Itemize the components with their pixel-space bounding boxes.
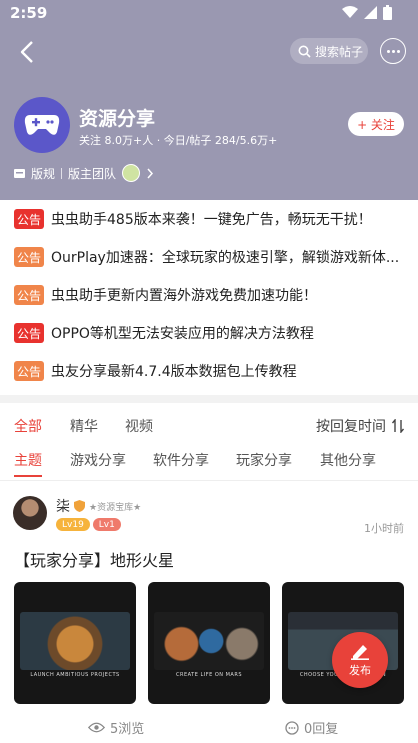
notice-item[interactable]: 公告 虫友分享最新4.7.4版本数据包上传教程 [0, 352, 418, 390]
notice-item[interactable]: 公告 虫虫助手更新内置海外游戏免费加速功能！ [0, 276, 418, 314]
notice-text: OPPO等机型无法安装应用的解决方法教程 [51, 326, 314, 342]
screenshot-scene [20, 612, 130, 670]
forum-stats: 关注 8.0万+人 · 今日/帖子 284/5.6万+ [79, 134, 278, 147]
publish-button[interactable]: 发布 [332, 632, 388, 688]
category-player-share[interactable]: 玩家分享 [236, 450, 292, 470]
search-icon [298, 45, 311, 58]
chevron-left-icon [20, 41, 33, 63]
image-caption: LAUNCH AMBITIOUS PROJECTS [30, 672, 120, 678]
verified-shield-icon [74, 500, 85, 512]
category-topic[interactable]: 主题 [14, 450, 42, 470]
image-caption: CREATE LIFE ON MARS [176, 672, 242, 678]
status-icons [342, 5, 392, 20]
search-posts-button[interactable]: 搜索帖子 [290, 38, 368, 64]
rules-link[interactable]: 版规 [31, 165, 55, 182]
reply-count-text: 0回复 [304, 722, 339, 737]
comment-icon [285, 720, 299, 735]
chevron-right-icon [147, 168, 154, 178]
reply-count[interactable]: 0回复 [285, 718, 338, 737]
active-category-indicator [14, 475, 42, 477]
sort-label: 按回复时间 [316, 419, 386, 435]
forum-name: 资源分享 [79, 108, 156, 130]
notice-badge: 公告 [14, 323, 44, 343]
view-count-text: 5浏览 [110, 722, 145, 737]
forum-level-badge: Lv1 [92, 518, 121, 531]
notice-badge: 公告 [14, 361, 44, 381]
tab-all[interactable]: 全部 [14, 416, 42, 436]
status-bar: 2:59 [0, 0, 418, 28]
author-name[interactable]: 柒 [56, 496, 70, 516]
rules-icon [14, 169, 25, 178]
back-button[interactable] [14, 38, 42, 66]
moderator-avatar[interactable] [122, 164, 141, 182]
notice-badge: 公告 [14, 285, 44, 305]
pencil-icon [351, 645, 369, 660]
notice-text: 虫友分享最新4.7.4版本数据包上传教程 [51, 364, 297, 380]
more-icon-dot [396, 49, 400, 53]
notice-text: OurPlay加速器：全球玩家的极速引擎，解锁游戏新体... [51, 250, 400, 266]
more-icon [386, 49, 390, 53]
forum-avatar [14, 97, 70, 153]
wifi-icon [342, 6, 358, 18]
sort-icon [392, 419, 404, 433]
search-label: 搜索帖子 [315, 44, 364, 59]
battery-icon [383, 5, 392, 20]
signal-icon [364, 6, 377, 19]
post-image[interactable]: LAUNCH AMBITIOUS PROJECTS [14, 582, 136, 704]
more-options-button[interactable] [380, 38, 406, 64]
gamepad-icon [24, 115, 60, 135]
author-title: ★资源宝库★ [89, 502, 142, 513]
post-image[interactable]: CREATE LIFE ON MARS [148, 582, 270, 704]
screenshot-scene [154, 612, 264, 670]
category-game-share[interactable]: 游戏分享 [70, 450, 126, 470]
category-tabs: 主题 游戏分享 软件分享 玩家分享 其他分享 [0, 447, 418, 481]
sort-button[interactable]: 按回复时间 [316, 416, 404, 436]
notice-text: 虫虫助手485版本来袭！一键免广告，畅玩无干扰！ [51, 212, 372, 228]
post-time: 1小时前 [364, 522, 404, 535]
tab-featured[interactable]: 精华 [70, 416, 98, 436]
notice-text: 虫虫助手更新内置海外游戏免费加速功能！ [51, 288, 317, 304]
author-badges: Lv19 Lv1 [56, 518, 121, 531]
link-divider [61, 167, 63, 179]
eye-icon [88, 722, 105, 733]
publish-label: 发布 [349, 664, 371, 677]
moderator-team-link[interactable]: 版主团队 [68, 165, 116, 182]
category-software-share[interactable]: 软件分享 [153, 450, 209, 470]
post-author-row: 柒 ★资源宝库★ [56, 496, 141, 516]
category-other-share[interactable]: 其他分享 [320, 450, 376, 470]
author-avatar[interactable] [13, 496, 47, 530]
follow-button[interactable]: + 关注 [348, 112, 404, 136]
notice-badge: 公告 [14, 209, 44, 229]
forum-header: 2:59 搜索帖子 资源分享 关注 8.0万+人 · 今日/帖子 284/5.6… [0, 0, 418, 200]
post-title[interactable]: 【玩家分享】地形火星 [14, 547, 174, 571]
notice-item[interactable]: 公告 OPPO等机型无法安装应用的解决方法教程 [0, 314, 418, 352]
level-badge: Lv19 [56, 518, 90, 531]
filter-tabs: 全部 精华 视频 按回复时间 [0, 413, 418, 439]
notice-list: 公告 虫虫助手485版本来袭！一键免广告，畅玩无干扰！ 公告 OurPlay加速… [0, 200, 418, 390]
notice-item[interactable]: 公告 虫虫助手485版本来袭！一键免广告，畅玩无干扰！ [0, 200, 418, 238]
section-divider [0, 395, 418, 403]
status-time: 2:59 [10, 4, 48, 22]
tab-video[interactable]: 视频 [125, 416, 153, 436]
more-icon-dot [391, 49, 395, 53]
notice-badge: 公告 [14, 247, 44, 267]
header-links: 版规 版主团队 [14, 164, 154, 182]
notice-item[interactable]: 公告 OurPlay加速器：全球玩家的极速引擎，解锁游戏新体... [0, 238, 418, 276]
view-count: 5浏览 [88, 718, 144, 737]
